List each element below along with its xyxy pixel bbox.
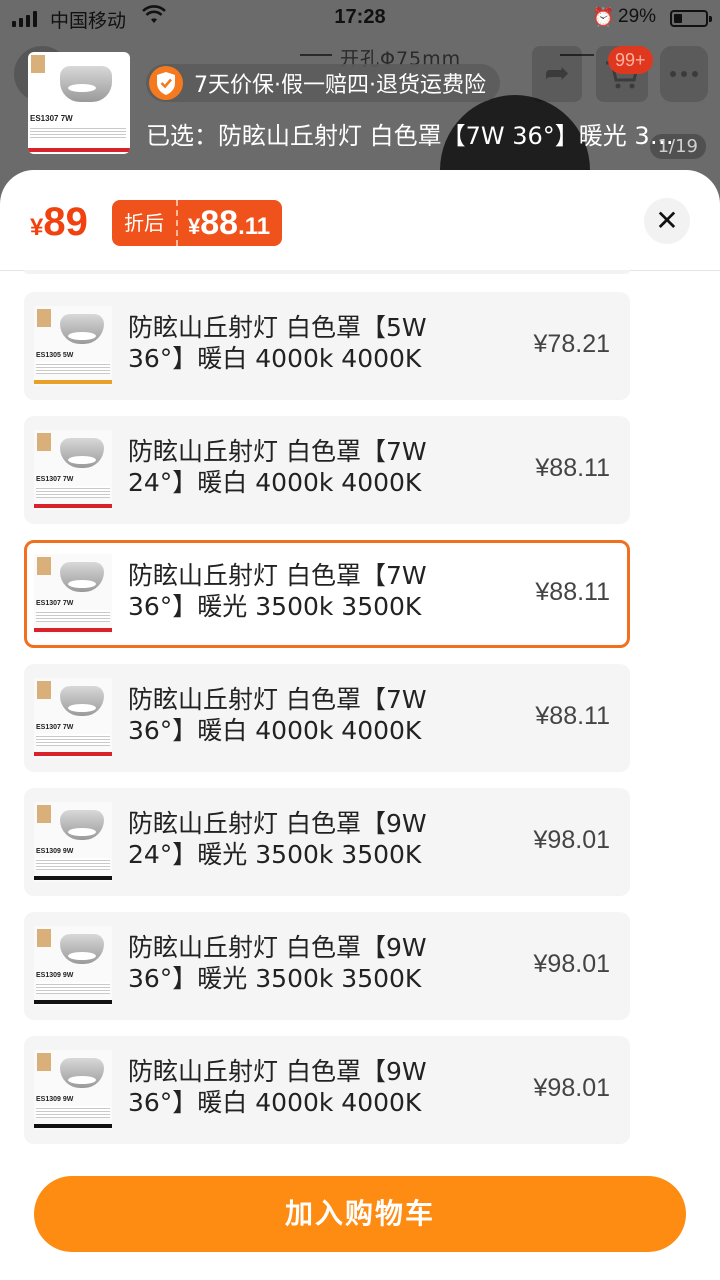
discount-price: ¥88.11 (188, 204, 271, 242)
sku-selector-sheet: ¥89 折后 ¥88.11 ✕ ES1305 5W 防眩山丘射灯 白色罩【5W 3… (0, 170, 720, 1280)
sku-option[interactable]: ES1307 7W 防眩山丘射灯 白色罩【7W 36°】暖光 3500k 3500… (24, 540, 630, 648)
sku-option[interactable]: ES1307 7W 防眩山丘射灯 白色罩【7W 24°】暖白 4000k 4000… (24, 416, 630, 524)
sku-option-thumbnail: ES1307 7W (34, 554, 112, 634)
sku-option-thumbnail: ES1309 9W (34, 1050, 112, 1130)
discount-label: 折后 (112, 200, 178, 246)
sku-option[interactable]: ES1309 9W 防眩山丘射灯 白色罩【9W 36°】暖白 4000k 4000… (24, 1036, 630, 1144)
sku-option-name: 防眩山丘射灯 白色罩【5W 36°】暖白 4000k 4000K (128, 313, 427, 373)
sku-option-price: ¥88.11 (535, 578, 610, 606)
status-bar: 中国移动 17:28 ⏰ 29% (0, 0, 720, 36)
sku-option-thumbnail: ES1309 9W (34, 802, 112, 882)
more-menu-button[interactable] (660, 46, 708, 102)
sku-option-name: 防眩山丘射灯 白色罩【7W 36°】暖光 3500k 3500K (128, 561, 427, 621)
selected-sku-thumbnail[interactable]: ES1307 7W (28, 52, 130, 154)
sku-option-name: 防眩山丘射灯 白色罩【7W 36°】暖白 4000k 4000K (128, 685, 427, 745)
cart-count-badge: 99+ (608, 46, 653, 74)
sku-option[interactable]: ES1309 9W 防眩山丘射灯 白色罩【9W 36°】暖光 3500k 3500… (24, 912, 630, 1020)
sku-option-name: 防眩山丘射灯 白色罩【9W 36°】暖光 3500k 3500K (128, 933, 427, 993)
close-icon[interactable]: ✕ (644, 198, 690, 244)
sku-option-name: 防眩山丘射灯 白色罩【7W 24°】暖白 4000k 4000K (128, 437, 427, 497)
sku-option-name: 防眩山丘射灯 白色罩【9W 24°】暖光 3500k 3500K (128, 809, 427, 869)
sku-option-price: ¥98.01 (533, 950, 610, 978)
sku-option-name: 防眩山丘射灯 白色罩【9W 36°】暖白 4000k 4000K (128, 1057, 427, 1117)
shield-check-icon (146, 64, 186, 102)
add-to-cart-button[interactable]: 加入购物车 (34, 1176, 686, 1252)
sku-option-thumbnail: ES1307 7W (34, 430, 112, 510)
sku-option[interactable]: ES1309 9W 防眩山丘射灯 白色罩【9W 24°】暖光 3500k 3500… (24, 788, 630, 896)
sku-option[interactable]: ES1305 5W 防眩山丘射灯 白色罩【5W 36°】暖白 4000k 4000… (24, 292, 630, 400)
sku-option-price: ¥88.11 (535, 702, 610, 730)
previous-option-peek (24, 270, 630, 274)
alarm-icon: ⏰ (592, 7, 615, 27)
price-main: ¥89 (30, 200, 88, 244)
sku-option-price: ¥98.01 (533, 826, 610, 854)
sku-option[interactable]: ES1307 7W 防眩山丘射灯 白色罩【7W 36°】暖白 4000k 4000… (24, 664, 630, 772)
sku-option-price: ¥88.11 (535, 454, 610, 482)
share-icon[interactable]: ➦ (532, 46, 582, 102)
selected-variant-text: 已选：防眩山丘射灯 白色罩【7W 36°】暖光 3500k 3500K (146, 122, 676, 150)
battery-percent: 29% (618, 6, 657, 27)
sku-option-price: ¥98.01 (533, 1074, 610, 1102)
sku-option-thumbnail: ES1309 9W (34, 926, 112, 1006)
sku-option-thumbnail: ES1305 5W (34, 306, 112, 386)
discount-price-tag: 折后 ¥88.11 (112, 200, 283, 246)
sku-option-thumbnail: ES1307 7W (34, 678, 112, 758)
sku-option-price: ¥78.21 (533, 330, 610, 358)
guarantee-banner[interactable]: 7天价保·假一赔四·退货运费险 (146, 64, 500, 102)
guarantee-text: 7天价保·假一赔四·退货运费险 (194, 73, 486, 98)
battery-icon (670, 10, 712, 27)
